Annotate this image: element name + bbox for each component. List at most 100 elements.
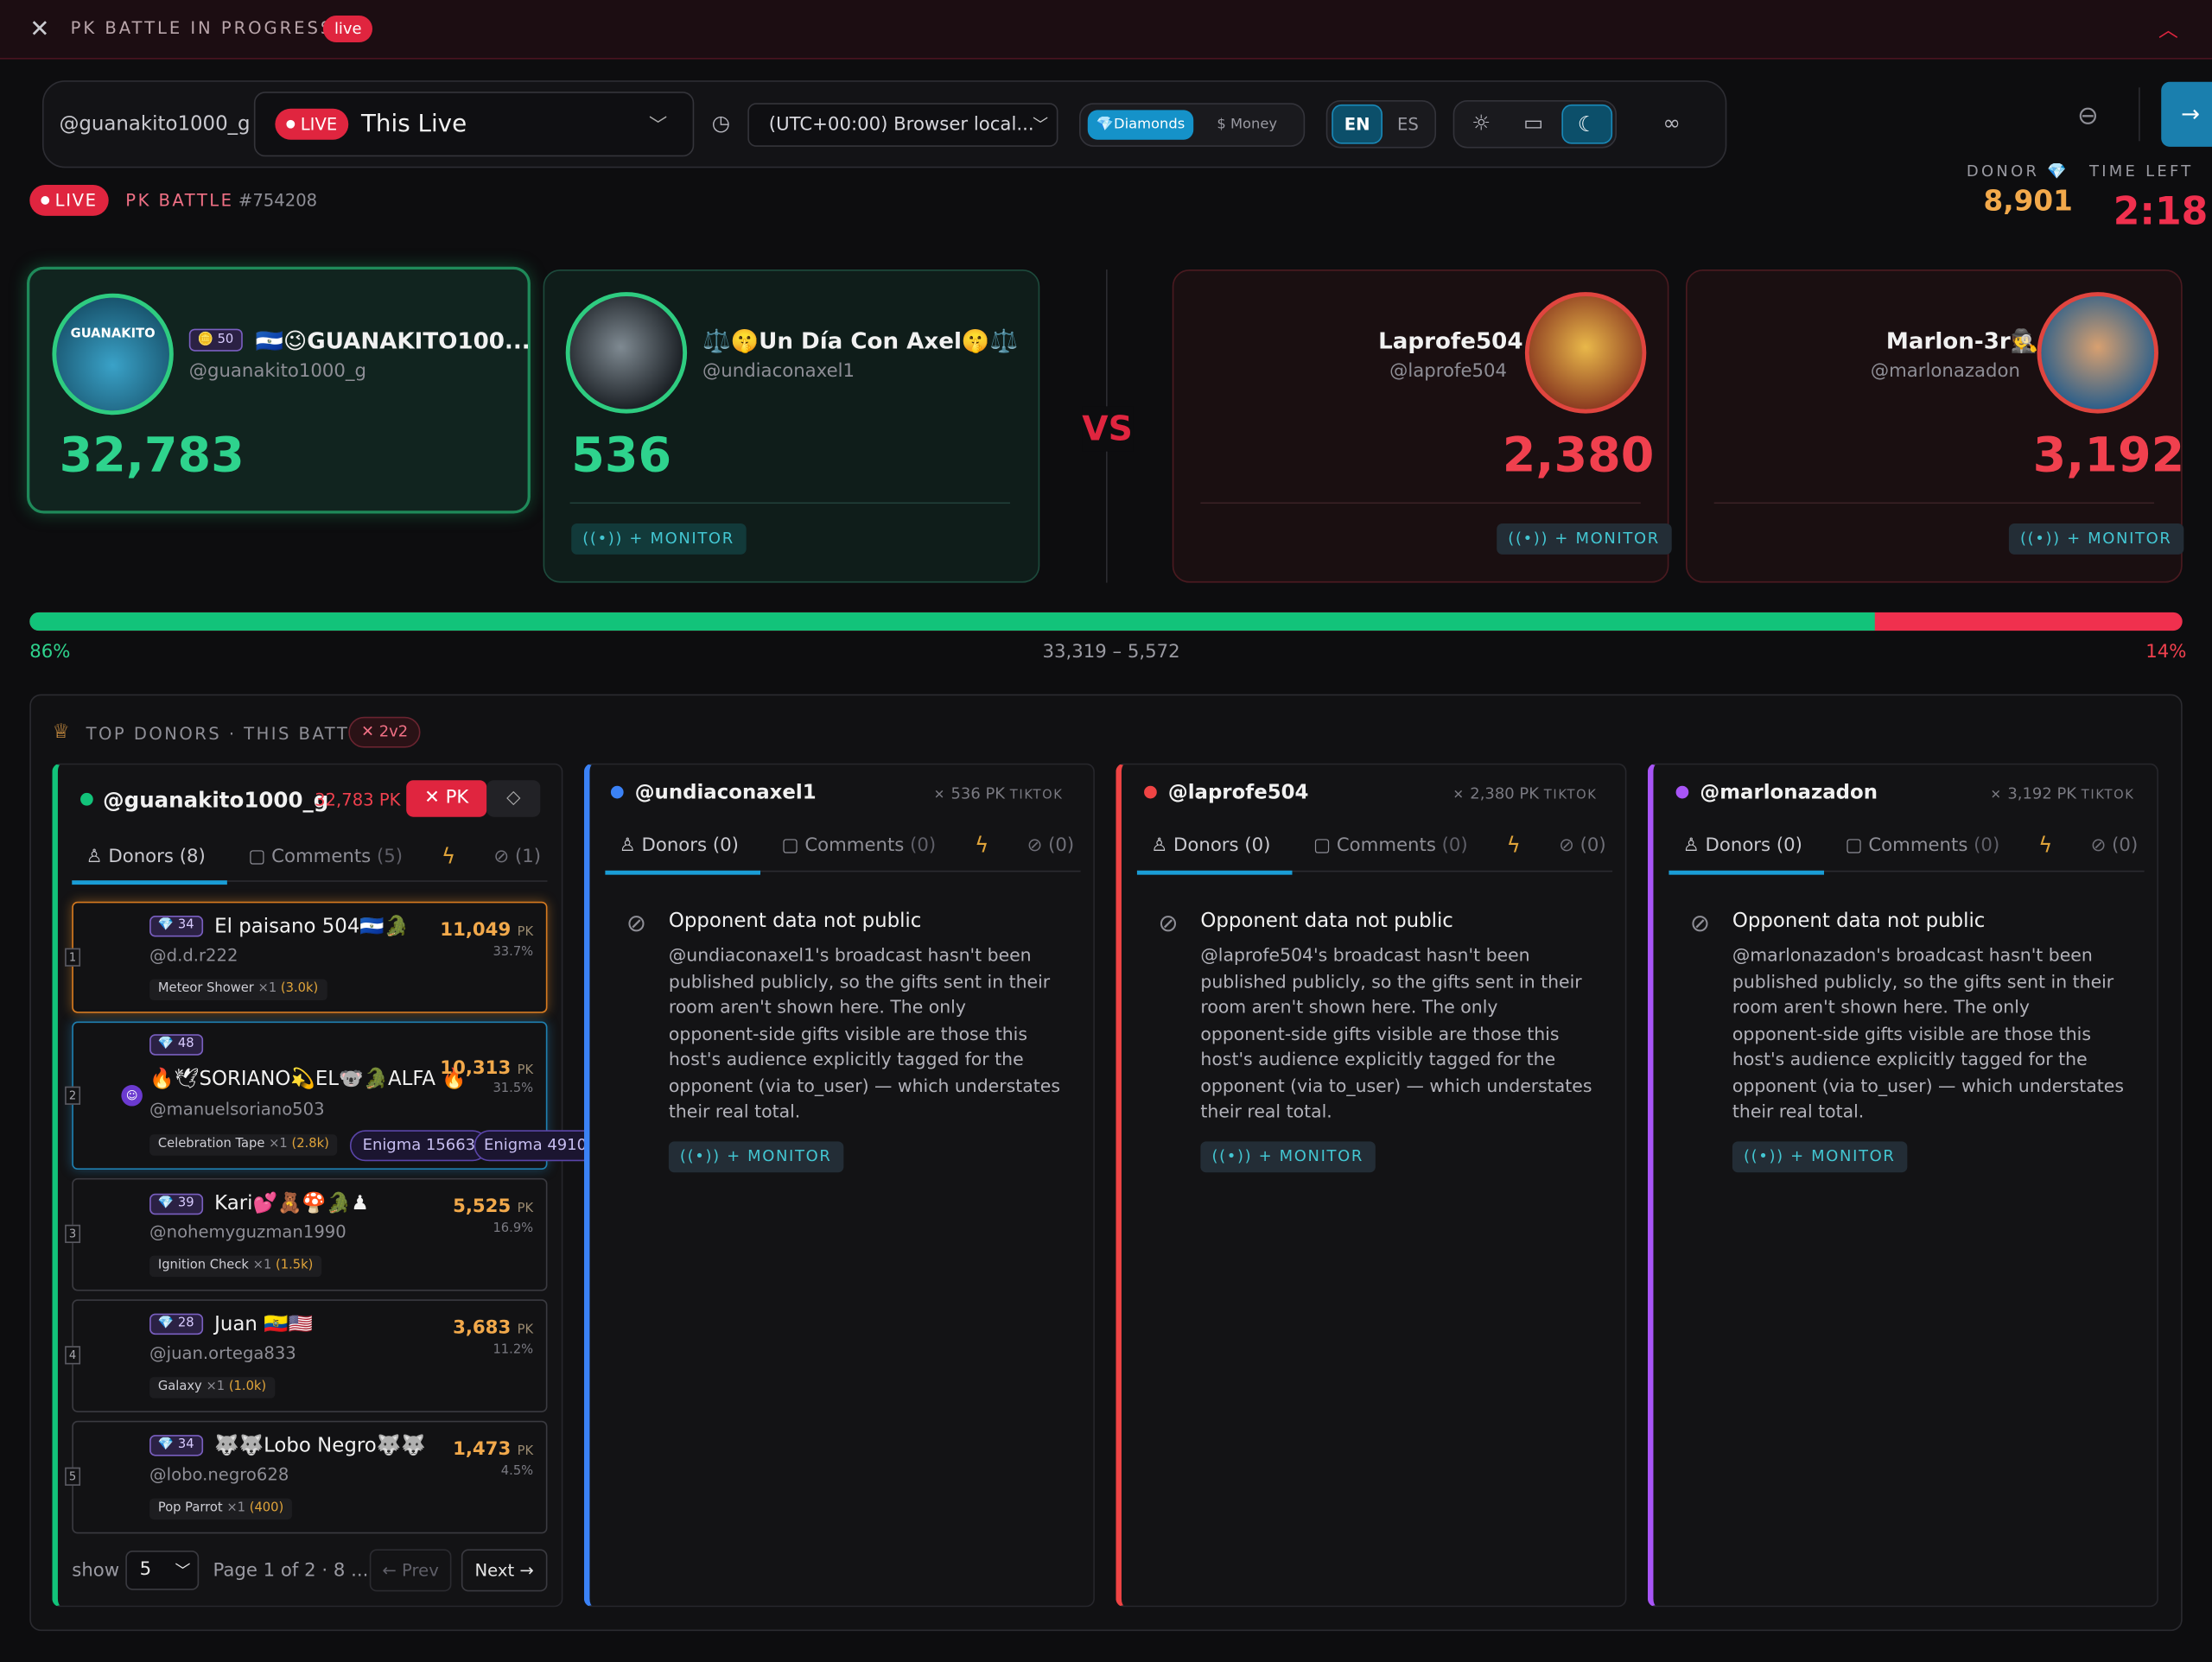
lightning-icon[interactable]: ϟ [2038,833,2052,858]
mask-icon: ☺ [121,1085,143,1107]
donor-handle: @lobo.negro628 [149,1464,289,1485]
timezone-select[interactable]: (UTC+00:00) Browser local... [747,103,1058,147]
card-divider [569,502,1010,504]
pk-button[interactable]: ✕ PK [406,780,487,817]
user-icon: ♙ [1682,834,1700,857]
next-button[interactable]: Next → [461,1549,548,1592]
battle-id: #754208 [238,190,318,211]
donor-handle: @manuelsoriano503 [149,1099,325,1120]
host-avatar [2037,292,2158,414]
lightning-icon[interactable]: ϟ [975,833,988,858]
tab-comments[interactable]: ▢ Comments (5) [248,847,403,867]
tab-hidden[interactable]: ⊘ (0) [1027,835,1075,856]
broadcast-icon: ((•)) [2019,529,2061,548]
monitor-button[interactable]: ((•)) + MONITOR [571,523,746,555]
monitor-button[interactable]: ((•)) + MONITOR [1497,523,1671,555]
broadcast-icon: ((•)) [582,529,624,548]
tab-comments[interactable]: ▢ Comments (0) [1313,835,1468,856]
progress-totals: 33,319 – 5,572 [1042,642,1180,663]
donor-pct: 31.5% [493,1082,534,1097]
tab-comments[interactable]: ▢ Comments (0) [781,835,936,856]
card-divider [1713,502,2155,504]
broadcast-icon: ((•)) [1743,1146,1784,1166]
donor-name: Juan 🇪🇨🇺🇸 [214,1313,314,1336]
headset-icon[interactable]: ⊖ [2068,102,2107,131]
rank-badge: 5 [65,1467,81,1486]
diamond-icon: ◇ [506,787,521,809]
eye-off-icon: ⊘ [1158,910,1179,939]
donor-level-badge: 💎 39 [149,1193,203,1215]
tab-donors[interactable]: ♙ Donors (8) [86,847,206,867]
page-size-select[interactable]: 5 ﹀ [125,1551,200,1590]
column-score: 32,783 PK [315,790,401,810]
comment-icon: ▢ [1313,834,1332,857]
donor-label: DONOR 💎 [1966,162,2069,181]
battle-live-badge: LIVE [29,184,109,216]
moon-icon[interactable]: ☾ [1561,104,1613,144]
diamond-icon: 💎 [157,1037,175,1051]
crossed-swords-icon: ✕ [1452,789,1465,803]
status-dot [80,792,93,806]
donor-handle: @juan.ortega833 [149,1342,296,1363]
diamond-toggle[interactable]: ◇ [486,780,541,817]
donor-pct: 11.2% [493,1342,534,1358]
prev-button[interactable]: ← Prev [369,1549,452,1592]
host-handle: @laprofe504 [1389,361,1508,383]
column-handle: @laprofe504 [1167,781,1309,804]
active-tab-indicator [1136,870,1293,875]
time-left-label: TIME LEFT [2088,162,2194,181]
host-name: Marlon-3r🕵️ [1885,327,2039,354]
user-icon: ♙ [86,846,103,868]
monitor-icon[interactable]: ▭ [1514,110,1554,135]
crossed-swords-icon: ✕ [1990,789,2003,803]
lightning-icon[interactable]: ϟ [1507,833,1521,858]
currency-money[interactable]: $ Money [1199,110,1295,139]
opponent-notice-text: @laprofe504's broadcast hasn't been publ… [1200,943,1592,1122]
top-donors-title: TOP DONORS · THIS BATTLE [86,723,374,744]
currency-diamonds[interactable]: 💎Diamonds [1087,110,1194,140]
chevron-down-icon: ﹀ [1033,115,1049,135]
status-dot [1675,785,1689,799]
column-meta: ✕ 536 PK TIKTOK [933,784,1064,803]
tab-hidden[interactable]: ⊘ (0) [2091,835,2139,856]
donor-pct: 4.5% [500,1464,534,1479]
host-name: Laprofe504 [1378,327,1523,354]
comment-icon: ▢ [1845,834,1863,857]
tab-hidden[interactable]: ⊘ (1) [493,847,541,867]
tab-donors[interactable]: ♙ Donors (0) [620,835,739,856]
chevron-up-icon[interactable]: ︿ [2158,16,2178,44]
language-es[interactable]: ES [1385,105,1430,144]
username-field[interactable]: @guanakito1000_g [60,113,251,136]
diamond-icon: 💎 [2047,162,2069,181]
link-icon[interactable]: ∞ [1653,110,1689,135]
pager-show-label: show [72,1560,120,1582]
tab-hidden[interactable]: ⊘ (0) [1559,835,1606,856]
host-name: ⚖️🤫Un Día Con Axel🤫⚖️ [702,327,1018,354]
tab-comments[interactable]: ▢ Comments (0) [1846,835,2000,856]
tab-donors[interactable]: ♙ Donors (0) [1151,835,1270,856]
opponent-notice-text: @marlonazadon's broadcast hasn't been pu… [1732,943,2124,1122]
battle-label: PK BATTLE [125,190,234,211]
monitor-button[interactable]: ((•)) + MONITOR [1732,1141,1907,1173]
rank-badge: 1 [65,948,81,967]
progress-left-fill [29,612,1875,631]
gift-chip: Celebration Tape ×1 (2.8k) [149,1134,338,1156]
donor-name: 🐺🐺Lobo Negro🐺🐺 [214,1435,426,1458]
expand-panel-button[interactable]: → [2161,81,2212,147]
monitor-button[interactable]: ((•)) + MONITOR [1200,1141,1376,1173]
opponent-column [583,763,1095,1608]
language-en[interactable]: EN [1332,104,1382,144]
lightning-icon[interactable]: ϟ [442,844,455,869]
monitor-button[interactable]: ((•)) + MONITOR [2008,523,2183,555]
sun-icon[interactable]: ☼ [1461,110,1501,135]
monitor-button[interactable]: ((•)) + MONITOR [668,1141,843,1173]
host-avatar [1524,292,1647,414]
diamond-icon: 💎 [157,918,175,933]
time-left-value: 2:18 [2113,190,2209,235]
donor-level-badge: 💎 28 [149,1313,203,1335]
diamond-icon: 💎 [1096,117,1115,133]
tab-donors[interactable]: ♙ Donors (0) [1683,835,1802,856]
gift-chip: Pop Parrot ×1 (400) [149,1498,293,1520]
donor-pct: 16.9% [493,1221,534,1236]
column-handle: @marlonazadon [1700,781,1878,804]
